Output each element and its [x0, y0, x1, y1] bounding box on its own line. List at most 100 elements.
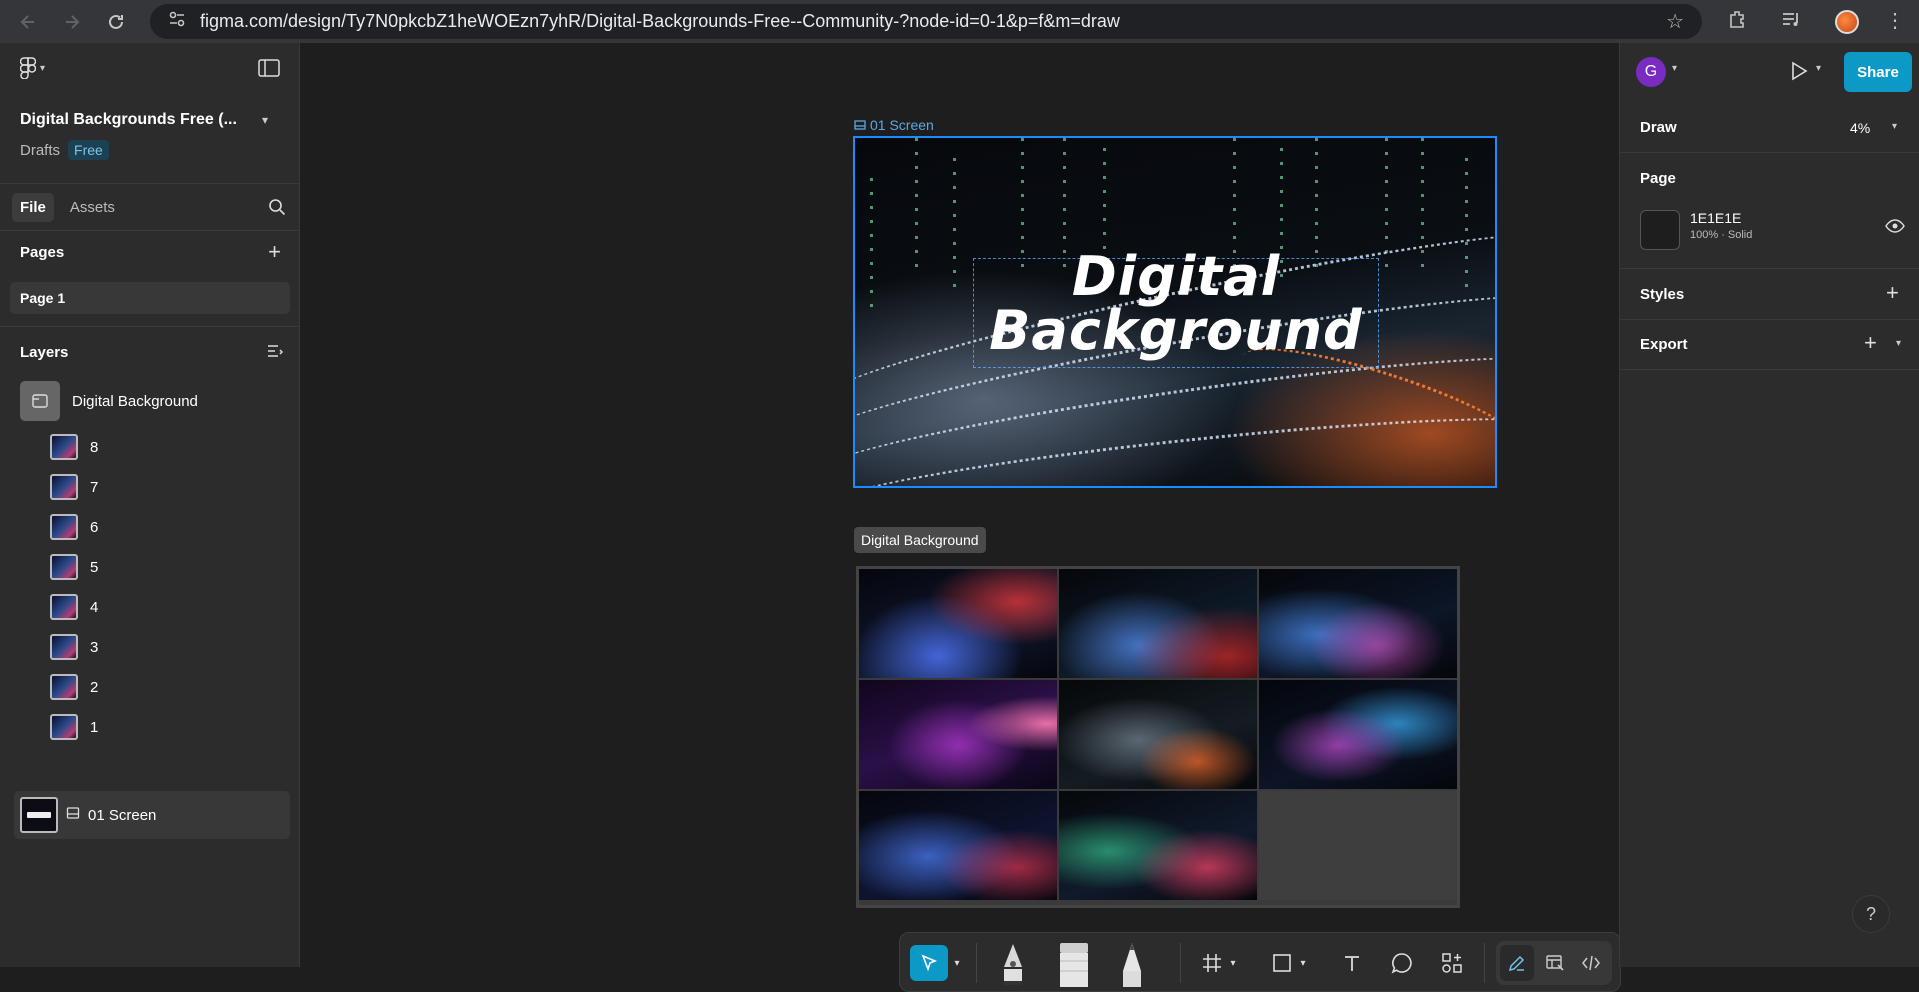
- empty-grid-cell: [1259, 791, 1457, 900]
- layer-item[interactable]: 5: [50, 547, 98, 587]
- pen-tool-button[interactable]: [998, 941, 1028, 989]
- canvas[interactable]: 01 Screen Digital Background Digital Bac…: [300, 43, 1621, 992]
- frame-label[interactable]: 01 Screen: [854, 117, 934, 133]
- background-thumb-8[interactable]: [1059, 791, 1257, 900]
- extensions-icon[interactable]: [1727, 9, 1747, 34]
- add-page-icon[interactable]: +: [268, 239, 281, 265]
- code-icon: [1582, 955, 1600, 971]
- zoom-level[interactable]: 4%: [1850, 120, 1870, 136]
- layer-thumbnail: [50, 554, 78, 580]
- toggle-sidebar-icon[interactable]: [258, 59, 280, 82]
- page-fill-hex[interactable]: 1E1E1E: [1690, 210, 1741, 226]
- main-menu-button[interactable]: ▾: [20, 57, 45, 79]
- actions-tool-button[interactable]: [1440, 945, 1464, 981]
- layer-label: 5: [90, 558, 99, 576]
- chevron-down-icon[interactable]: ▾: [1816, 63, 1821, 74]
- layer-item[interactable]: 4: [50, 587, 98, 627]
- actions-icon: [1442, 953, 1462, 973]
- tab-assets[interactable]: Assets: [62, 193, 123, 222]
- rectangle-tool-button[interactable]: [1270, 945, 1294, 981]
- layer-item[interactable]: 7: [50, 467, 98, 507]
- divider: [1620, 369, 1919, 370]
- pencil-tool-button[interactable]: [1117, 941, 1147, 989]
- file-title[interactable]: Digital Backgrounds Free (...: [20, 111, 237, 129]
- text-tool-button[interactable]: [1340, 945, 1364, 981]
- layer-item[interactable]: 3: [50, 627, 98, 667]
- background-thumb-5[interactable]: [1059, 680, 1257, 789]
- background-thumb-2[interactable]: [1059, 569, 1257, 678]
- browser-toolbar: figma.com/design/Ty7N0pkcbZ1heWOEzn7yhR/…: [0, 0, 1919, 43]
- layer-label: 4: [90, 598, 99, 616]
- browser-menu-icon[interactable]: ⋮: [1885, 8, 1905, 33]
- forward-icon[interactable]: [54, 4, 90, 40]
- background-thumb-4[interactable]: [859, 680, 1057, 789]
- chevron-down-icon[interactable]: ▾: [950, 945, 964, 981]
- address-bar[interactable]: figma.com/design/Ty7N0pkcbZ1heWOEzn7yhR/…: [150, 4, 1702, 39]
- marker-tool-button[interactable]: [1057, 941, 1091, 989]
- tab-file[interactable]: File: [12, 192, 54, 222]
- media-controls-icon[interactable]: [1781, 9, 1801, 34]
- layer-thumbnail: [50, 434, 78, 460]
- layer-thumbnail: [20, 797, 58, 833]
- page-item-page-1[interactable]: Page 1: [10, 282, 290, 314]
- layer-item[interactable]: 1: [50, 707, 98, 747]
- site-info-icon[interactable]: [168, 10, 186, 33]
- comment-icon: [1391, 953, 1412, 974]
- file-location[interactable]: Drafts: [20, 142, 60, 159]
- frame-label[interactable]: Digital Background: [854, 527, 986, 553]
- dev-mode-button[interactable]: [1574, 945, 1608, 981]
- text-icon: [1345, 956, 1359, 971]
- user-avatar[interactable]: G: [1636, 57, 1666, 87]
- background-thumb-3[interactable]: [1259, 569, 1457, 678]
- chevron-down-icon[interactable]: ▾: [1226, 945, 1240, 981]
- layer-group[interactable]: Digital Background: [20, 381, 198, 421]
- layers-options-icon[interactable]: [267, 344, 284, 363]
- divider: [976, 943, 977, 983]
- divider: [1484, 943, 1485, 983]
- hero-title-line2: Background: [989, 299, 1363, 362]
- draw-mode-button[interactable]: [1500, 945, 1534, 981]
- divider: [1620, 268, 1919, 269]
- layer-label: 6: [90, 518, 99, 536]
- divider: [1620, 319, 1919, 320]
- frame-01-screen[interactable]: Digital Background: [853, 136, 1497, 488]
- hero-title[interactable]: Digital Background: [975, 250, 1377, 358]
- layer-thumbnail: [50, 514, 78, 540]
- layer-item[interactable]: 2: [50, 667, 98, 707]
- design-mode-button[interactable]: [1538, 945, 1572, 981]
- background-thumb-7[interactable]: [859, 791, 1057, 900]
- add-export-icon[interactable]: +: [1864, 330, 1877, 356]
- bookmark-star-icon[interactable]: ☆: [1666, 9, 1684, 34]
- chevron-down-icon[interactable]: ▾: [1672, 63, 1677, 74]
- layer-item[interactable]: 6: [50, 507, 98, 547]
- background-thumb-6[interactable]: [1259, 680, 1457, 789]
- frame-digital-background[interactable]: [856, 566, 1460, 908]
- figma-logo-icon: [20, 57, 36, 79]
- digital-rain: [953, 158, 956, 298]
- chevron-down-icon[interactable]: ▾: [1296, 945, 1310, 981]
- left-sidebar: ▾ Digital Backgrounds Free (... ▾ Drafts…: [0, 43, 300, 967]
- comment-tool-button[interactable]: [1390, 945, 1414, 981]
- profile-avatar[interactable]: [1835, 9, 1859, 34]
- chevron-down-icon[interactable]: ▾: [262, 113, 268, 127]
- chevron-down-icon[interactable]: ▾: [1892, 121, 1897, 132]
- eye-icon[interactable]: [1885, 219, 1905, 238]
- present-play-icon[interactable]: [1790, 61, 1808, 86]
- share-button[interactable]: Share: [1844, 52, 1912, 92]
- reload-icon[interactable]: [98, 4, 134, 40]
- help-button[interactable]: ?: [1852, 895, 1890, 933]
- frame-tool-button[interactable]: [1200, 945, 1224, 981]
- layer-01-screen[interactable]: 01 Screen: [14, 791, 290, 839]
- add-style-icon[interactable]: +: [1886, 280, 1899, 306]
- layer-item[interactable]: 8: [50, 427, 98, 467]
- move-tool-button[interactable]: [910, 945, 948, 981]
- chevron-down-icon[interactable]: ▾: [1896, 338, 1901, 349]
- background-thumb-1[interactable]: [859, 569, 1057, 678]
- divider: [1180, 943, 1181, 983]
- page-fill-swatch[interactable]: [1640, 210, 1680, 250]
- back-icon[interactable]: [10, 4, 46, 40]
- search-icon[interactable]: [268, 198, 286, 221]
- design-mode-icon: [1546, 955, 1564, 971]
- digital-rain: [870, 178, 873, 318]
- divider: [0, 326, 300, 327]
